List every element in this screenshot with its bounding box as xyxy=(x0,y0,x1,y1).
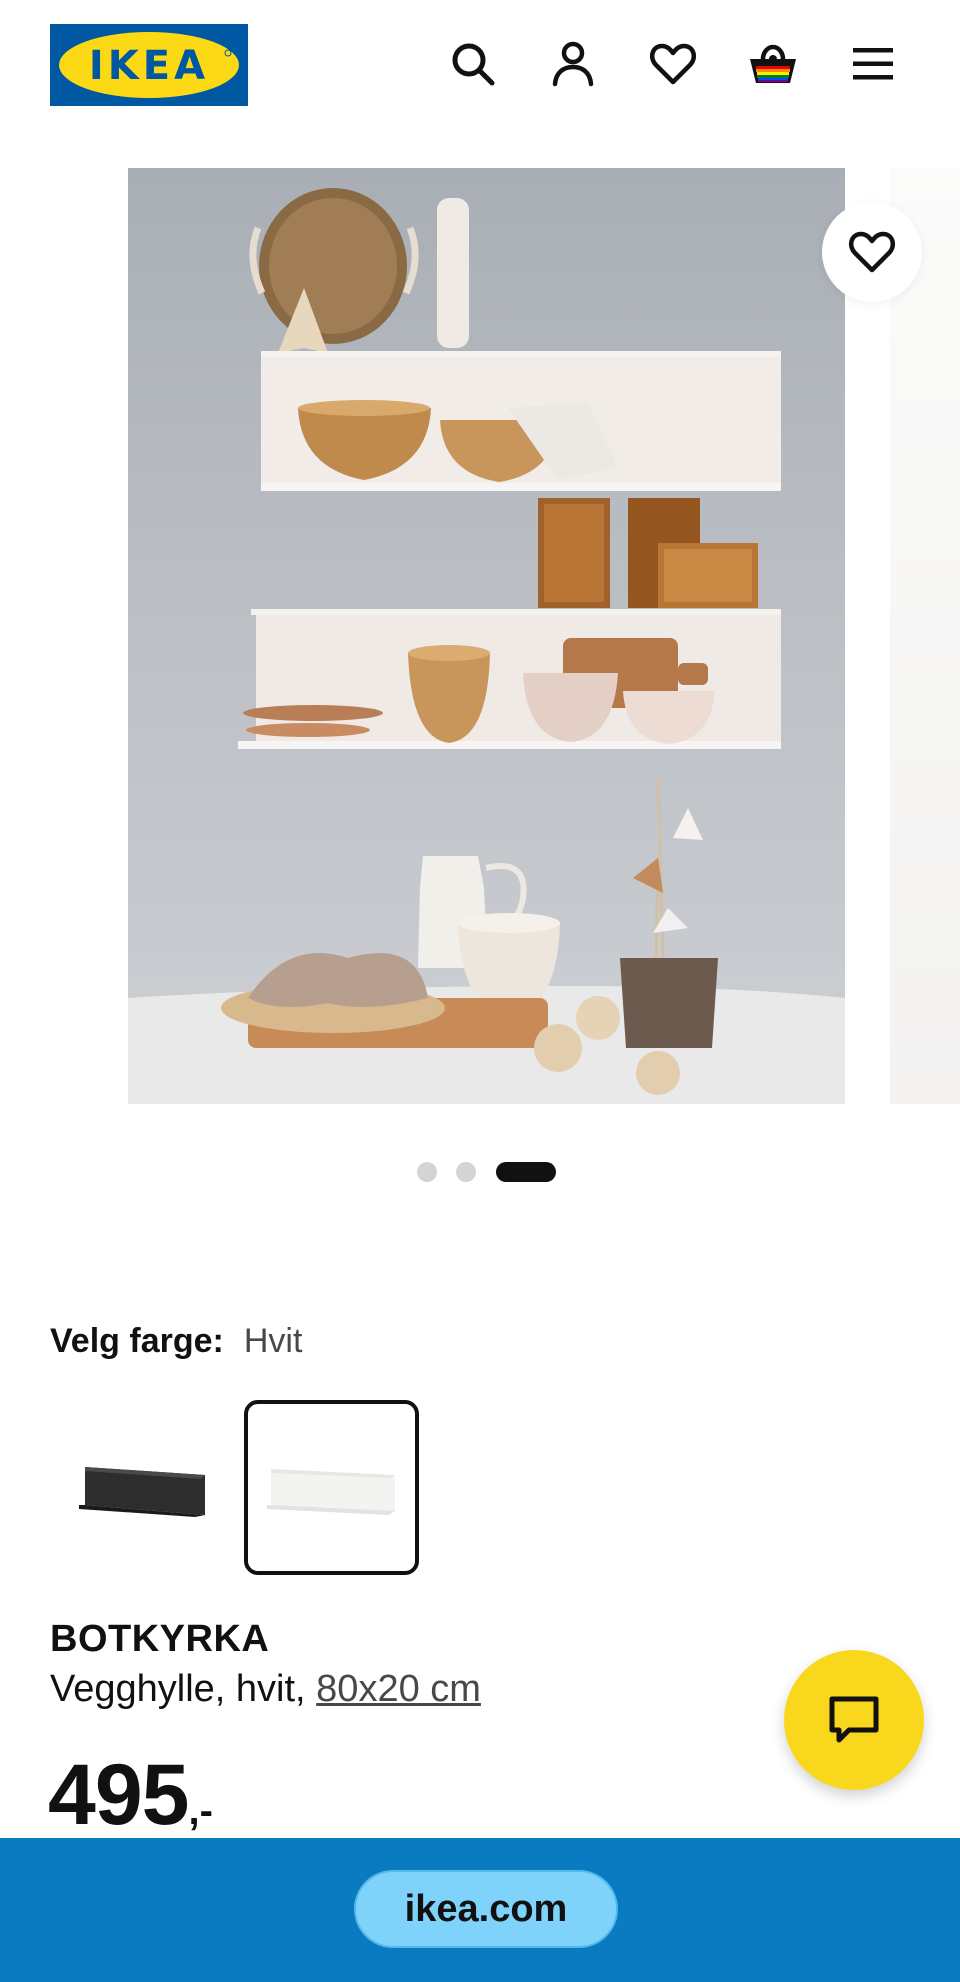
next-image-peek xyxy=(890,168,960,1104)
product-gallery[interactable] xyxy=(0,130,960,1130)
heart-icon xyxy=(848,231,896,273)
svg-text:IKEA: IKEA xyxy=(89,43,209,89)
product-name: BOTKYRKA xyxy=(50,1618,270,1660)
price-integer: 495 xyxy=(48,1747,189,1843)
color-chooser-label: Velg farge: Hvit xyxy=(50,1322,302,1361)
url-bar[interactable]: ikea.com xyxy=(354,1870,618,1948)
product-description: Vegghylle, hvit, 80x20 cm xyxy=(50,1668,481,1711)
chat-button[interactable] xyxy=(784,1650,924,1790)
heart-icon[interactable] xyxy=(643,34,703,94)
ikea-logo[interactable]: IKEA xyxy=(50,24,248,106)
color-label-key: Velg farge: xyxy=(50,1322,224,1360)
color-swatch-black[interactable] xyxy=(52,1400,227,1575)
product-price: 495,- xyxy=(48,1752,213,1838)
browser-bottom-bar: ikea.com xyxy=(0,1838,960,1982)
product-type-text: Vegghylle, hvit, xyxy=(50,1668,317,1710)
chat-icon xyxy=(829,1696,879,1743)
color-selected-value: Hvit xyxy=(243,1322,303,1360)
account-icon[interactable] xyxy=(543,34,603,94)
search-icon[interactable] xyxy=(443,34,503,94)
price-suffix: ,- xyxy=(188,1789,213,1833)
color-swatch-white[interactable] xyxy=(244,1400,419,1575)
add-to-favorites-button[interactable] xyxy=(822,202,922,302)
basket-icon[interactable] xyxy=(743,34,803,94)
gallery-dot-2[interactable] xyxy=(456,1162,476,1182)
site-header: IKEA xyxy=(0,0,960,130)
gallery-dot-3[interactable] xyxy=(496,1162,556,1182)
product-size-link[interactable]: 80x20 cm xyxy=(316,1668,481,1710)
gallery-pagination xyxy=(0,1160,960,1184)
menu-icon[interactable] xyxy=(843,34,903,94)
product-image[interactable] xyxy=(128,168,845,1104)
gallery-dot-1[interactable] xyxy=(417,1162,437,1182)
